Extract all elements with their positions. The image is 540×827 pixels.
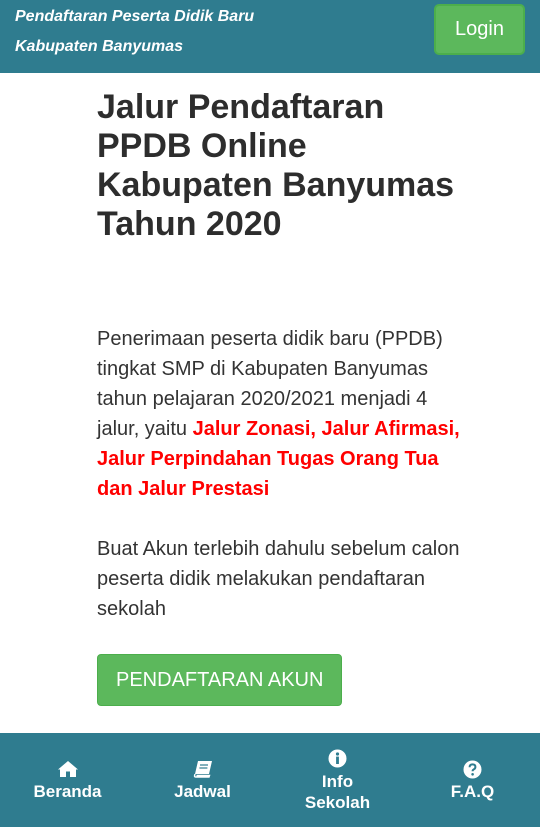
nav-label-beranda: Beranda — [33, 782, 102, 801]
brand-line-1: Pendaftaran Peserta Didik Baru — [15, 8, 255, 25]
nav-label-faq: F.A.Q — [450, 782, 495, 801]
nav-label-info: Info — [321, 771, 354, 791]
nav-label-jadwal: Jadwal — [174, 782, 231, 801]
nav-item-info-sekolah[interactable]: Info Sekolah — [270, 733, 405, 827]
book-icon — [193, 758, 213, 780]
brand-line-2: Kabupaten Banyumas — [15, 38, 184, 55]
register-account-button[interactable]: PENDAFTARAN AKUN — [97, 654, 343, 706]
nav-label-sekolah: Sekolah — [304, 792, 371, 812]
main-content: Jalur Pendaftaran PPDB Online Kabupaten … — [97, 88, 469, 706]
nav-item-faq[interactable]: F.A.Q — [405, 733, 540, 827]
nav-item-jadwal[interactable]: Jadwal — [135, 733, 270, 827]
intro-paragraph: Penerimaan peserta didik baru (PPDB) tin… — [97, 324, 469, 504]
question-icon — [463, 758, 482, 780]
info-icon — [328, 748, 347, 770]
home-icon — [57, 758, 79, 780]
brand-title[interactable]: Pendaftaran Peserta Didik Baru Kabupaten… — [15, 2, 315, 62]
nav-item-beranda[interactable]: Beranda — [0, 733, 135, 827]
bottom-nav: Beranda Jadwal Info Sekolah F.A.Q — [0, 733, 540, 827]
login-button[interactable]: Login — [434, 4, 525, 55]
top-navbar: Pendaftaran Peserta Didik Baru Kabupaten… — [0, 0, 540, 73]
page-title: Jalur Pendaftaran PPDB Online Kabupaten … — [97, 88, 455, 243]
account-note: Buat Akun terlebih dahulu sebelum calon … — [97, 538, 460, 620]
